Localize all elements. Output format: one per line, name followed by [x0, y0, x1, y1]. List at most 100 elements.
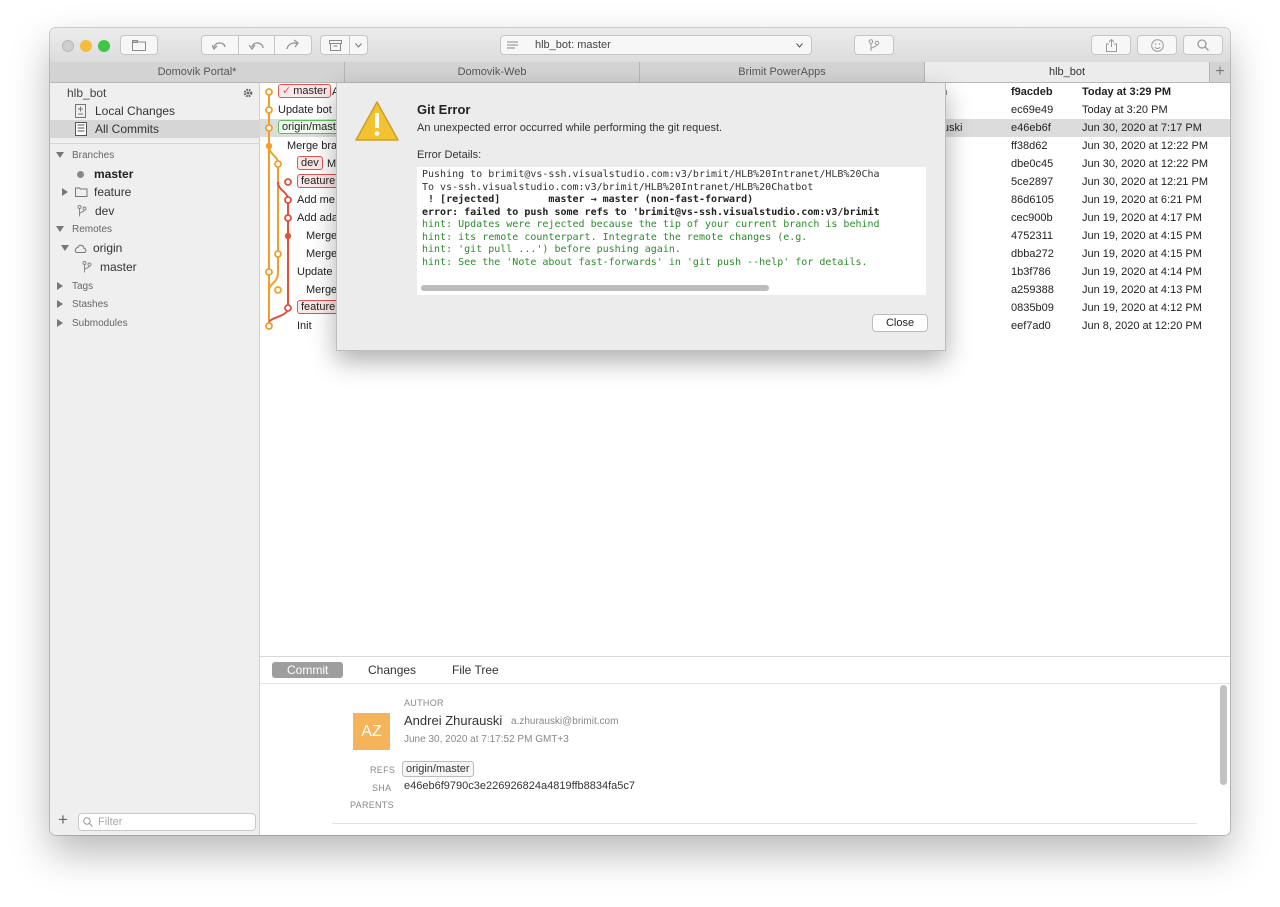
tab-label: Brimit PowerApps — [738, 66, 826, 78]
sha-value: e46eb6f9790c3e226926824a4819ffb8834fa5c7 — [404, 780, 636, 792]
tab-hlb-bot[interactable]: hlb_bot — [925, 62, 1210, 82]
sidebar-remote-origin[interactable]: origin — [50, 239, 260, 257]
console-line: To vs-ssh.visualstudio.com:v3/brimit/HLB… — [422, 181, 814, 193]
sidebar-branch-dev[interactable]: dev — [50, 202, 260, 220]
console-line: Pushing to brimit@vs-ssh.visualstudio.co… — [422, 169, 880, 180]
close-window-button[interactable] — [62, 40, 74, 52]
detail-scrollbar[interactable] — [1220, 685, 1227, 785]
tab-label: Domovik-Web — [457, 66, 527, 78]
tab-commit[interactable]: Commit — [272, 662, 344, 678]
commit-sha: a259388 — [1011, 284, 1054, 296]
disclosure-collapsed-icon — [57, 319, 63, 327]
section-label: Stashes — [72, 298, 109, 310]
sidebar-filter-input[interactable]: Filter — [78, 813, 256, 831]
detail-divider — [332, 823, 1197, 824]
avatar: AZ — [353, 713, 390, 750]
branch-icon — [82, 261, 92, 273]
sidebar-item-local-changes[interactable]: Local Changes — [50, 102, 260, 120]
git-error-dialog: Git Error An unexpected error occurred w… — [336, 83, 946, 351]
repository-branch-label: hlb_bot: master — [535, 39, 611, 51]
console-line: error: failed to push some refs to 'brim… — [422, 206, 880, 218]
sidebar-section-tags[interactable]: Tags — [50, 277, 260, 295]
author-label: AUTHOR — [404, 698, 444, 708]
gear-icon[interactable] — [242, 87, 254, 99]
error-details-output[interactable]: Pushing to brimit@vs-ssh.visualstudio.co… — [417, 167, 926, 295]
sidebar-section-branches[interactable]: Branches — [50, 146, 260, 164]
sidebar-remote-branch-master[interactable]: master — [50, 258, 260, 276]
search-button[interactable] — [1183, 35, 1223, 55]
stash-dropdown-button[interactable] — [350, 35, 368, 55]
commit-date: Today at 3:29 PM — [1082, 86, 1172, 98]
tab-file-tree[interactable]: File Tree — [444, 662, 507, 678]
push-button[interactable] — [275, 35, 312, 55]
commit-date: Jun 30, 2020 at 7:17 PM — [1082, 122, 1202, 134]
sidebar-toggle-button[interactable] — [120, 35, 158, 55]
dialog-message: An unexpected error occurred while perfo… — [417, 122, 723, 134]
folder-icon — [132, 39, 146, 51]
branch-label: feature — [94, 185, 132, 199]
tab-brimit-powerapps[interactable]: Brimit PowerApps — [640, 62, 925, 82]
pull-icon — [248, 42, 264, 51]
section-label: Remotes — [72, 223, 113, 235]
sidebar-item-all-commits[interactable]: All Commits — [50, 120, 260, 138]
tab-domovik-portal[interactable]: Domovik Portal* — [50, 62, 345, 82]
fetch-button[interactable] — [201, 35, 239, 55]
search-icon — [83, 817, 93, 827]
cloud-icon — [74, 244, 87, 253]
zoom-window-button[interactable] — [98, 40, 110, 52]
branch-label: master — [94, 167, 134, 181]
commit-sha: dbe0c45 — [1011, 158, 1054, 170]
commit-sha: ec69e49 — [1011, 104, 1054, 116]
commit-date: Jun 19, 2020 at 4:14 PM — [1082, 266, 1202, 278]
disclosure-collapsed-icon — [57, 282, 63, 290]
disclosure-collapsed-icon — [62, 188, 68, 196]
refs-value: origin/master — [406, 763, 470, 775]
sidebar-branch-feature[interactable]: feature — [50, 183, 260, 201]
author-date: June 30, 2020 at 7:17:52 PM GMT+3 — [404, 734, 569, 745]
avatar-initials: AZ — [361, 722, 382, 740]
minimize-window-button[interactable] — [80, 40, 92, 52]
disclosure-expanded-icon — [56, 152, 64, 158]
commit-sha: cec900b — [1011, 212, 1053, 224]
tab-changes[interactable]: Changes — [360, 662, 424, 678]
commit-date: Today at 3:20 PM — [1082, 104, 1168, 116]
sidebar-branch-master[interactable]: master — [50, 165, 260, 183]
branch-button[interactable] — [854, 35, 894, 55]
pull-button[interactable] — [239, 35, 275, 55]
branch-icon — [77, 205, 87, 217]
section-label: Submodules — [72, 317, 128, 329]
archive-icon — [328, 39, 342, 51]
repository-branch-select[interactable]: hlb_bot: master — [500, 35, 812, 55]
sidebar: hlb_bot Local Changes All Commits Branch… — [50, 83, 260, 835]
commit-detail-panel: Commit Changes File Tree AUTHOR AZ Andre… — [260, 656, 1230, 835]
sidebar-section-submodules[interactable]: Submodules — [50, 314, 260, 332]
author-email[interactable]: a.zhurauski@brimit.com — [511, 716, 618, 727]
commit-date: Jun 30, 2020 at 12:22 PM — [1082, 158, 1208, 170]
chevron-down-icon — [796, 43, 803, 48]
sidebar-repo-header: hlb_bot — [50, 84, 260, 102]
refs-badge[interactable]: origin/master — [402, 761, 474, 777]
disclosure-collapsed-icon — [57, 300, 63, 308]
feedback-button[interactable] — [1137, 35, 1177, 55]
commit-date: Jun 19, 2020 at 4:17 PM — [1082, 212, 1202, 224]
add-repository-item-button[interactable]: + — [58, 810, 68, 830]
close-button[interactable]: Close — [872, 314, 928, 332]
stash-button[interactable] — [320, 35, 350, 55]
sidebar-section-remotes[interactable]: Remotes — [50, 220, 260, 238]
commit-sha: ff38d62 — [1011, 140, 1048, 152]
search-icon — [1197, 39, 1209, 51]
commit-sha: 4752311 — [1011, 230, 1054, 242]
push-icon — [286, 39, 299, 50]
tab-domovik-web[interactable]: Domovik-Web — [345, 62, 640, 82]
parents-label: PARENTS — [350, 800, 394, 810]
commit-date: Jun 19, 2020 at 6:21 PM — [1082, 194, 1202, 206]
add-tab-icon: + — [1215, 63, 1225, 80]
sidebar-section-stashes[interactable]: Stashes — [50, 295, 260, 313]
commit-sha: f9acdeb — [1011, 86, 1053, 98]
new-tab-button[interactable]: + — [1210, 62, 1230, 82]
console-horizontal-scrollbar[interactable] — [421, 285, 769, 291]
share-button[interactable] — [1091, 35, 1131, 55]
remote-label: origin — [93, 241, 123, 255]
disclosure-expanded-icon — [56, 226, 64, 232]
dialog-title: Git Error — [417, 102, 471, 117]
